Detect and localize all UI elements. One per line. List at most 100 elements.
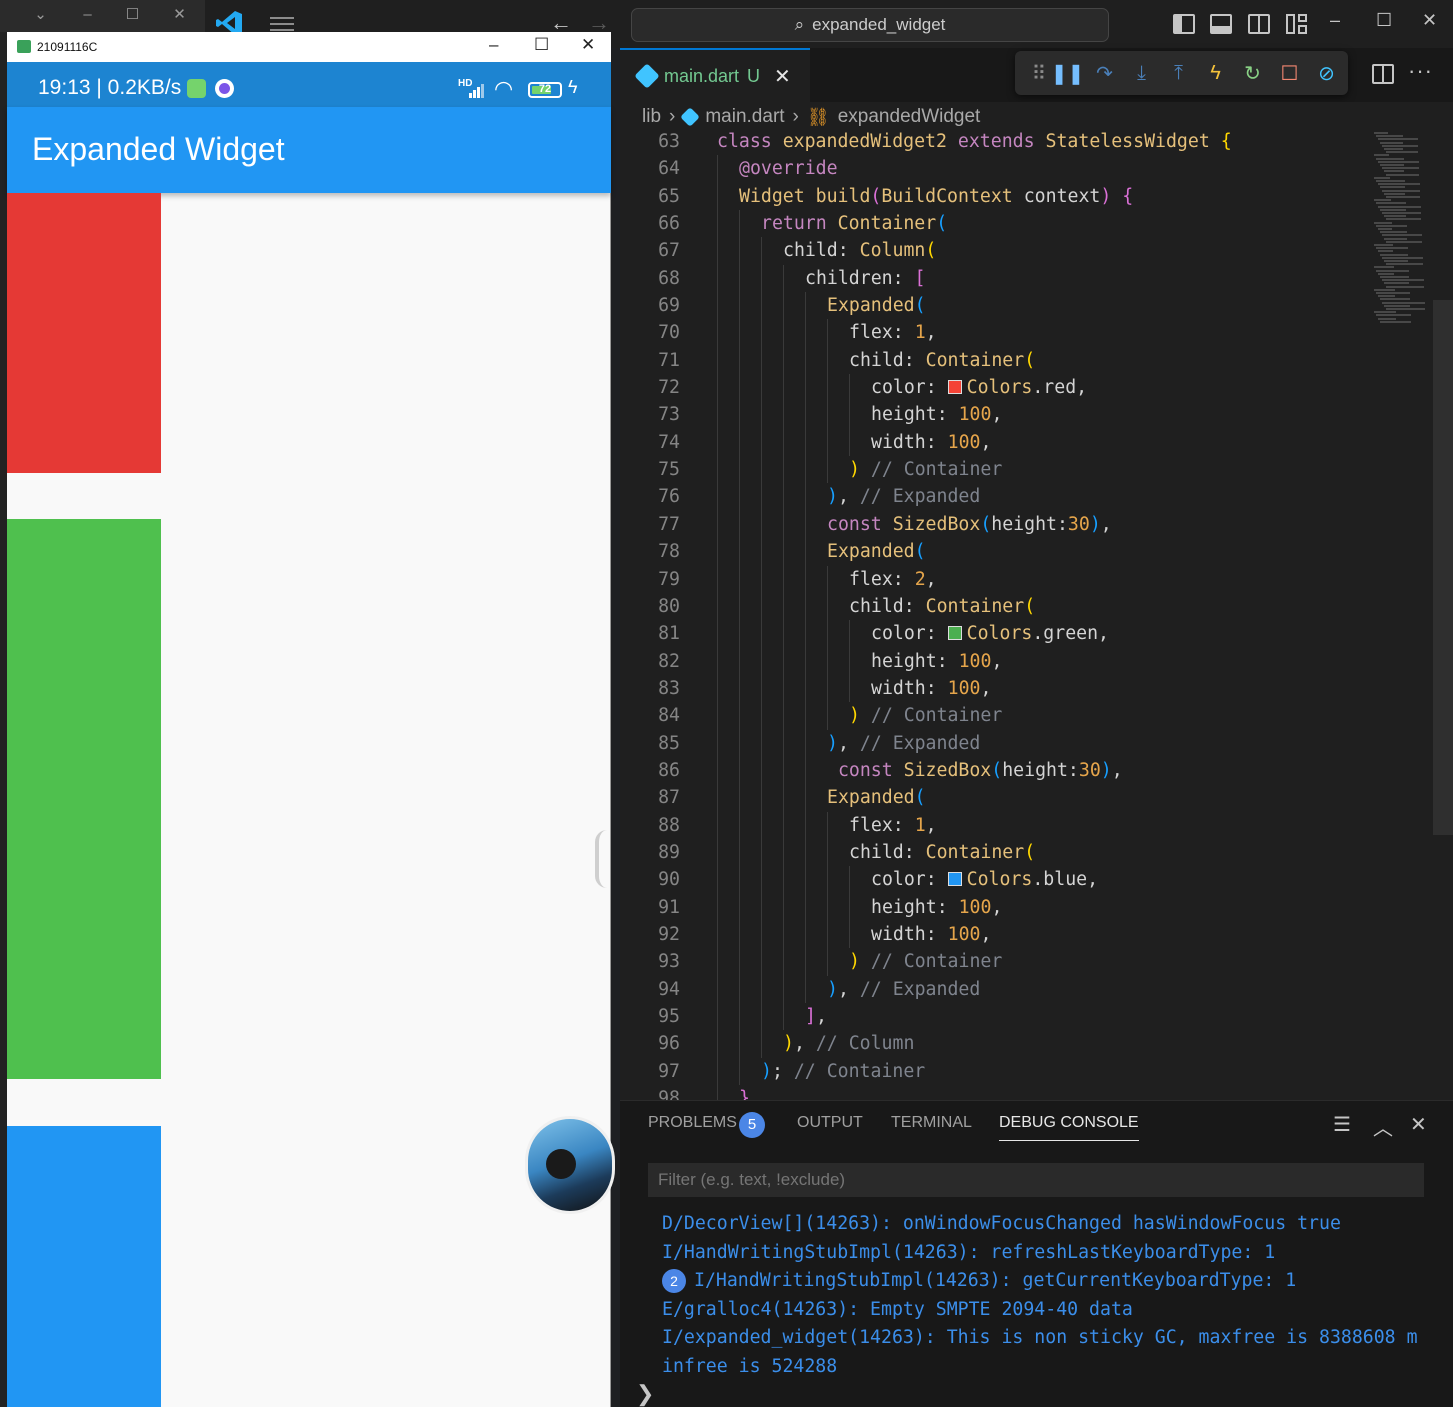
vscode-maximize-icon[interactable]: ☐ (1376, 10, 1392, 31)
line-number: 64 (658, 158, 680, 180)
drag-handle-icon[interactable]: ⠿ (1029, 61, 1049, 86)
mirror-titlebar: 21091116C – ☐ ✕ (7, 32, 611, 62)
android-status-bar: 19:13 | 0.2KB/s HD ◠ 72 ϟ (7, 62, 611, 107)
pause-icon[interactable]: ❚❚ (1049, 61, 1086, 86)
tab-close-icon[interactable]: ✕ (774, 64, 791, 89)
code-line: 85), // Expanded (620, 729, 1380, 757)
close-icon[interactable]: ✕ (157, 0, 202, 32)
menu-icon[interactable] (270, 17, 294, 31)
devtools-icon[interactable]: ⊘ (1308, 61, 1345, 86)
tab-main-dart[interactable]: main.dart U ✕ (620, 48, 810, 102)
indent-guide (761, 729, 762, 757)
minimap-line (1384, 282, 1409, 285)
tab-debug-console[interactable]: DEBUG CONSOLE (999, 1114, 1139, 1141)
minimap[interactable] (1370, 132, 1440, 332)
indent-guide (827, 647, 828, 675)
code-line: 67 child: Column( (620, 237, 1380, 265)
maximize-icon[interactable]: ☐ (110, 0, 155, 32)
breadcrumb-folder[interactable]: lib (642, 106, 661, 128)
app-bar: Expanded Widget (7, 107, 611, 193)
indent-guide (739, 811, 740, 839)
indent-guide (739, 483, 740, 511)
indent-guide (805, 401, 806, 429)
tab-problems[interactable]: PROBLEMS (648, 1114, 737, 1132)
console-prompt-icon[interactable]: ❯ (636, 1381, 654, 1407)
toggle-secondary-sidebar-icon[interactable] (1248, 14, 1270, 34)
line-number: 83 (658, 677, 680, 699)
indent-guide (739, 1003, 740, 1031)
indent-guide (761, 237, 762, 265)
breadcrumb-file[interactable]: main.dart (705, 106, 784, 128)
indent-guide (783, 346, 784, 375)
close-panel-icon[interactable]: ✕ (1410, 1112, 1427, 1137)
indent-guide (761, 483, 762, 511)
line-text: height: 100, (871, 650, 1003, 672)
line-number: 80 (658, 595, 680, 617)
command-center-search[interactable]: ⌕ expanded_widget (631, 8, 1109, 42)
mirror-minimize-icon[interactable]: – (489, 35, 498, 55)
breadcrumb-symbol[interactable]: expandedWidget (838, 106, 981, 128)
indent-guide (761, 538, 762, 566)
minimap-line (1378, 183, 1420, 186)
editor-scrollbar[interactable] (1433, 300, 1453, 835)
vscode-minimize-icon[interactable]: – (1330, 10, 1340, 31)
indent-guide (783, 510, 784, 539)
mirror-close-icon[interactable]: ✕ (581, 35, 595, 55)
charging-icon: ϟ (568, 77, 578, 97)
indent-guide (717, 346, 718, 375)
code-editor[interactable]: 63 class expandedWidget2 extends Stateles… (620, 132, 1453, 1100)
minimap-line (1380, 141, 1403, 144)
floating-chat-avatar[interactable] (525, 1116, 615, 1214)
indent-guide (739, 1057, 740, 1086)
minimap-line (1384, 170, 1404, 173)
hot-reload-icon[interactable]: ϟ (1197, 62, 1234, 85)
restart-icon[interactable]: ↻ (1234, 61, 1271, 86)
indent-guide (827, 428, 828, 457)
mirror-maximize-icon[interactable]: ☐ (534, 35, 549, 55)
chevron-down-icon[interactable]: ⌄ (18, 0, 63, 32)
minimize-icon[interactable]: – (65, 0, 110, 32)
toggle-primary-sidebar-icon[interactable] (1173, 14, 1195, 34)
more-actions-icon[interactable]: ··· (1408, 58, 1433, 84)
indent-guide (849, 674, 850, 703)
indent-guide (717, 702, 718, 730)
maximize-panel-icon[interactable]: ︿ (1373, 1112, 1393, 1141)
toggle-panel-icon[interactable] (1210, 14, 1232, 34)
stop-icon[interactable]: ☐ (1271, 61, 1308, 86)
indent-guide (761, 565, 762, 593)
indent-guide (805, 702, 806, 730)
customize-layout-icon[interactable] (1286, 14, 1308, 34)
indent-guide (783, 893, 784, 921)
line-number: 91 (658, 896, 680, 918)
minimap-line (1376, 269, 1409, 272)
line-text: height: 100, (871, 896, 1003, 918)
vscode-close-icon[interactable]: ✕ (1422, 10, 1437, 31)
step-out-icon[interactable]: ⤒ (1160, 62, 1197, 85)
indent-guide (739, 210, 740, 238)
console-filter-input[interactable] (648, 1163, 1424, 1197)
phone-mirror-window: 21091116C – ☐ ✕ 19:13 | 0.2KB/s HD ◠ 72 … (7, 32, 615, 1407)
line-text: ), // Expanded (827, 486, 981, 508)
tab-output[interactable]: OUTPUT (797, 1114, 863, 1132)
minimap-line (1380, 298, 1410, 301)
indent-guide (761, 592, 762, 621)
code-line: 71 child: Container( (620, 346, 1380, 375)
indent-guide (783, 948, 784, 976)
indent-guide (739, 729, 740, 757)
clear-console-icon[interactable]: ☰ (1333, 1112, 1351, 1137)
indent-guide (783, 866, 784, 894)
indent-guide (761, 838, 762, 867)
split-editor-icon[interactable] (1372, 64, 1394, 84)
indent-guide (761, 401, 762, 429)
indent-guide (717, 374, 718, 402)
indent-guide (761, 784, 762, 812)
code-lines: 63 class expandedWidget2 extends Stateles… (620, 132, 1380, 1100)
minimap-line (1382, 279, 1424, 282)
step-into-icon[interactable]: ⤓ (1123, 62, 1160, 85)
indent-guide (761, 866, 762, 894)
indent-guide (717, 811, 718, 839)
tab-terminal[interactable]: TERMINAL (891, 1114, 972, 1132)
indent-guide (783, 428, 784, 457)
edge-swipe-handle[interactable] (595, 830, 607, 888)
step-over-icon[interactable]: ↷ (1086, 61, 1123, 86)
